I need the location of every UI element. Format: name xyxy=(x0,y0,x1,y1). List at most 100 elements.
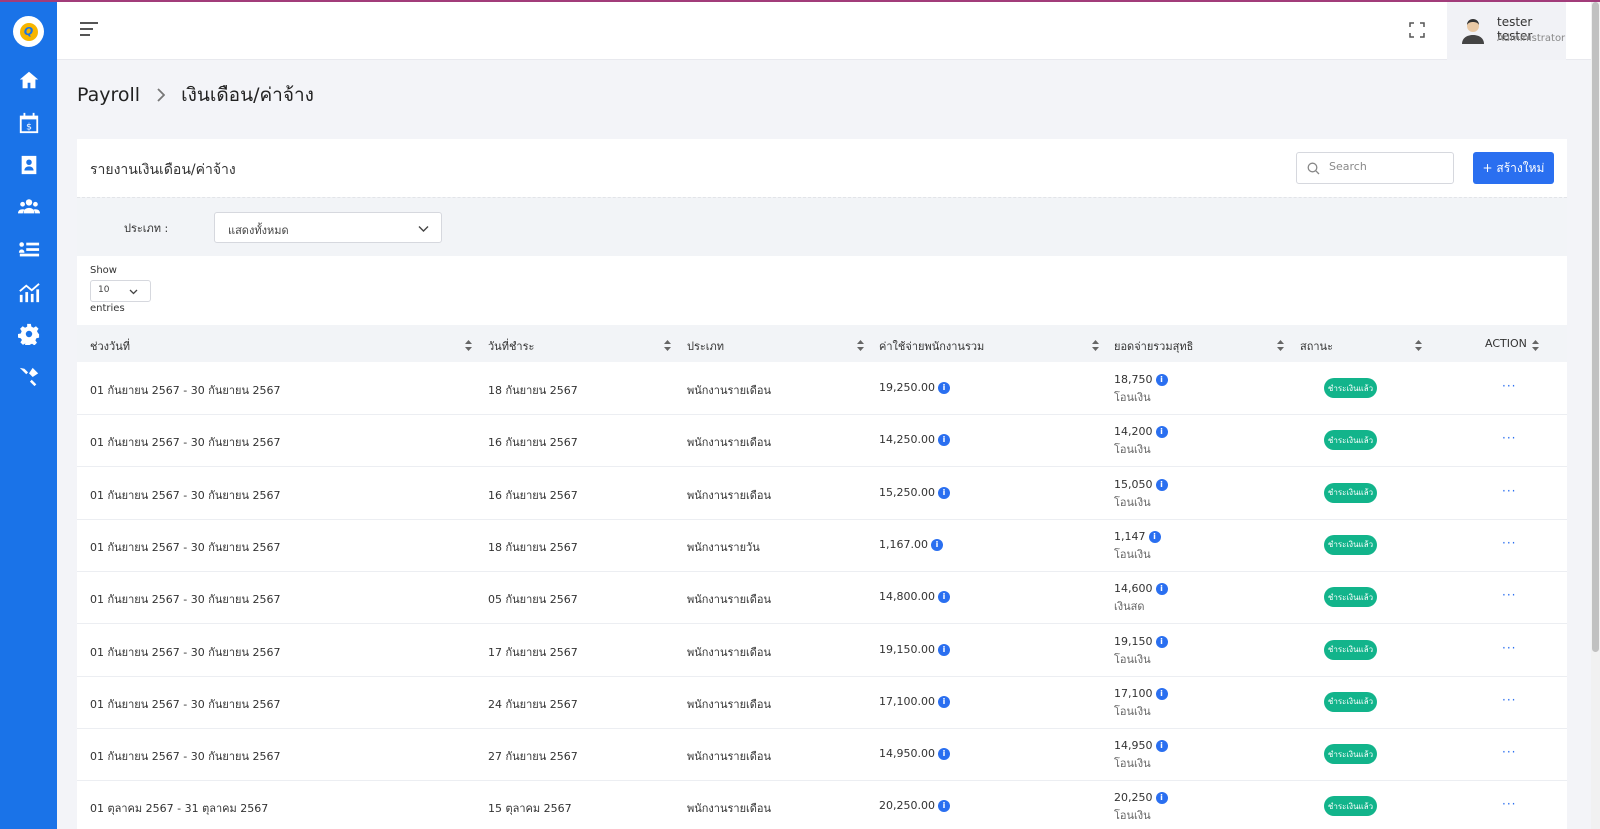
card-title: รายงานเงินเดือน/ค่าจ้าง xyxy=(90,162,236,178)
info-icon[interactable]: i xyxy=(937,486,950,499)
cell-type: พนักงานรายเดือน xyxy=(687,697,772,711)
sort-icon[interactable] xyxy=(857,340,864,351)
table-row: 01 กันยายน 2567 - 30 กันยายน 2567 16 กัน… xyxy=(77,467,1567,520)
row-action-menu[interactable]: ··· xyxy=(1502,431,1516,445)
info-icon[interactable]: i xyxy=(1155,478,1168,491)
scrollbar-thumb[interactable] xyxy=(1592,2,1599,652)
cell-period: 01 ตุลาคม 2567 - 31 ตุลาคม 2567 xyxy=(90,802,269,816)
info-icon[interactable]: i xyxy=(1155,583,1168,596)
net-paid-value: 18,750 xyxy=(1114,373,1153,386)
row-action-menu[interactable]: ··· xyxy=(1502,641,1516,655)
sort-icon[interactable] xyxy=(1415,340,1422,351)
total-cost-value: 1,167.00 xyxy=(879,537,928,551)
cell-type: พนักงานรายเดือน xyxy=(687,750,772,764)
cell-paid-date: 24 กันยายน 2567 xyxy=(488,697,578,711)
cell-period: 01 กันยายน 2567 - 30 กันยายน 2567 xyxy=(90,697,281,711)
cell-net-paid: 14,200 i xyxy=(1114,425,1168,439)
net-paid-value: 19,150 xyxy=(1114,634,1153,648)
column-header-status[interactable]: สถานะ xyxy=(1300,337,1333,355)
payment-method: โอนเงิน xyxy=(1114,495,1151,509)
info-icon[interactable]: i xyxy=(1148,530,1161,543)
sort-icon[interactable] xyxy=(1277,340,1284,351)
column-header-type[interactable]: ประเภท xyxy=(687,337,724,355)
info-icon[interactable]: i xyxy=(1155,792,1168,805)
team-icon[interactable] xyxy=(18,196,40,218)
settings-icon[interactable] xyxy=(18,323,40,345)
info-icon[interactable]: i xyxy=(1155,635,1168,648)
menu-toggle-icon[interactable] xyxy=(80,22,98,38)
search-input[interactable] xyxy=(1329,160,1447,173)
search-box[interactable] xyxy=(1296,152,1454,184)
payment-method: โอนเงิน xyxy=(1114,547,1151,561)
cell-paid-date: 05 กันยายน 2567 xyxy=(488,593,578,607)
contacts-icon[interactable] xyxy=(18,154,40,176)
type-filter-select[interactable]: แสดงทั้งหมด xyxy=(214,212,442,243)
cell-net-paid: 15,050 i xyxy=(1114,478,1168,491)
cell-net-paid: 18,750 i xyxy=(1114,373,1168,386)
row-action-menu[interactable]: ··· xyxy=(1502,745,1516,759)
cell-net-paid: 14,950 i xyxy=(1114,739,1168,753)
tools-icon[interactable] xyxy=(18,366,40,388)
cell-period: 01 กันยายน 2567 - 30 กันยายน 2567 xyxy=(90,540,281,554)
chart-icon[interactable] xyxy=(18,282,40,304)
info-icon[interactable]: i xyxy=(937,748,950,761)
sort-icon[interactable] xyxy=(465,340,472,351)
cell-total-cost: 14,250.00 i xyxy=(879,433,950,447)
row-action-menu[interactable]: ··· xyxy=(1502,536,1516,550)
row-action-menu[interactable]: ··· xyxy=(1502,797,1516,811)
sort-icon[interactable] xyxy=(664,340,671,351)
net-paid-value: 14,950 xyxy=(1114,739,1153,753)
status-badge: ชำระเงินแล้ว xyxy=(1324,744,1377,765)
info-icon[interactable]: i xyxy=(1155,426,1168,439)
create-new-button[interactable]: + สร้างใหม่ xyxy=(1473,152,1554,184)
payment-method: โอนเงิน xyxy=(1114,809,1151,823)
user-menu[interactable]: tester tester Administrator xyxy=(1447,2,1566,60)
breadcrumb: Payroll เงินเดือน/ค่าจ้าง xyxy=(77,80,314,110)
info-icon[interactable]: i xyxy=(1155,374,1168,386)
sort-icon[interactable] xyxy=(1092,340,1099,351)
column-header-total-cost[interactable]: ค่าใช้จ่ายพนักงานรวม xyxy=(879,337,984,355)
payment-method: โอนเงิน xyxy=(1114,443,1151,457)
row-action-menu[interactable]: ··· xyxy=(1502,379,1516,393)
info-icon[interactable]: i xyxy=(930,538,943,551)
type-filter-value: แสดงทั้งหมด xyxy=(228,224,289,237)
chevron-down-icon xyxy=(129,289,138,295)
info-icon[interactable]: i xyxy=(937,591,950,604)
cell-type: พนักงานรายเดือน xyxy=(687,645,772,659)
payroll-calendar-icon[interactable]: $ xyxy=(18,112,40,134)
breadcrumb-parent[interactable]: Payroll xyxy=(77,84,140,106)
row-action-menu[interactable]: ··· xyxy=(1502,693,1516,707)
table-row: 01 กันยายน 2567 - 30 กันยายน 2567 27 กัน… xyxy=(77,728,1567,782)
list-icon[interactable] xyxy=(18,239,40,261)
column-header-period[interactable]: ช่วงวันที่ xyxy=(90,337,130,355)
entries-select[interactable]: 10 xyxy=(90,280,151,302)
total-cost-value: 14,800.00 xyxy=(879,590,935,604)
info-icon[interactable]: i xyxy=(937,695,950,708)
sort-icon[interactable] xyxy=(1532,340,1539,351)
column-header-net-paid[interactable]: ยอดจ่ายรวมสุทธิ xyxy=(1114,337,1193,355)
app-logo[interactable]: Q xyxy=(13,16,44,47)
cell-paid-date: 16 กันยายน 2567 xyxy=(488,488,578,502)
entries-label: entries xyxy=(90,303,125,314)
info-icon[interactable]: i xyxy=(937,434,950,447)
info-icon[interactable]: i xyxy=(937,382,950,394)
row-action-menu[interactable]: ··· xyxy=(1502,484,1516,498)
info-icon[interactable]: i xyxy=(1155,687,1168,700)
home-icon[interactable] xyxy=(18,69,40,91)
column-header-paid-date[interactable]: วันที่ชำระ xyxy=(488,337,534,355)
total-cost-value: 20,250.00 xyxy=(879,799,935,813)
cell-type: พนักงานรายเดือน xyxy=(687,384,772,397)
total-cost-value: 14,250.00 xyxy=(879,433,935,447)
cell-total-cost: 19,150.00 i xyxy=(879,643,950,656)
svg-text:$: $ xyxy=(26,121,32,132)
info-icon[interactable]: i xyxy=(937,643,950,656)
fullscreen-icon[interactable] xyxy=(1409,22,1425,38)
row-action-menu[interactable]: ··· xyxy=(1502,588,1516,602)
info-icon[interactable]: i xyxy=(937,800,950,813)
cell-type: พนักงานรายเดือน xyxy=(687,488,772,502)
cell-total-cost: 15,250.00 i xyxy=(879,486,950,499)
table-row: 01 กันยายน 2567 - 30 กันยายน 2567 24 กัน… xyxy=(77,676,1567,729)
info-icon[interactable]: i xyxy=(1155,740,1168,753)
page-scrollbar[interactable] xyxy=(1591,2,1600,829)
cell-paid-date: 15 ตุลาคม 2567 xyxy=(488,802,572,816)
